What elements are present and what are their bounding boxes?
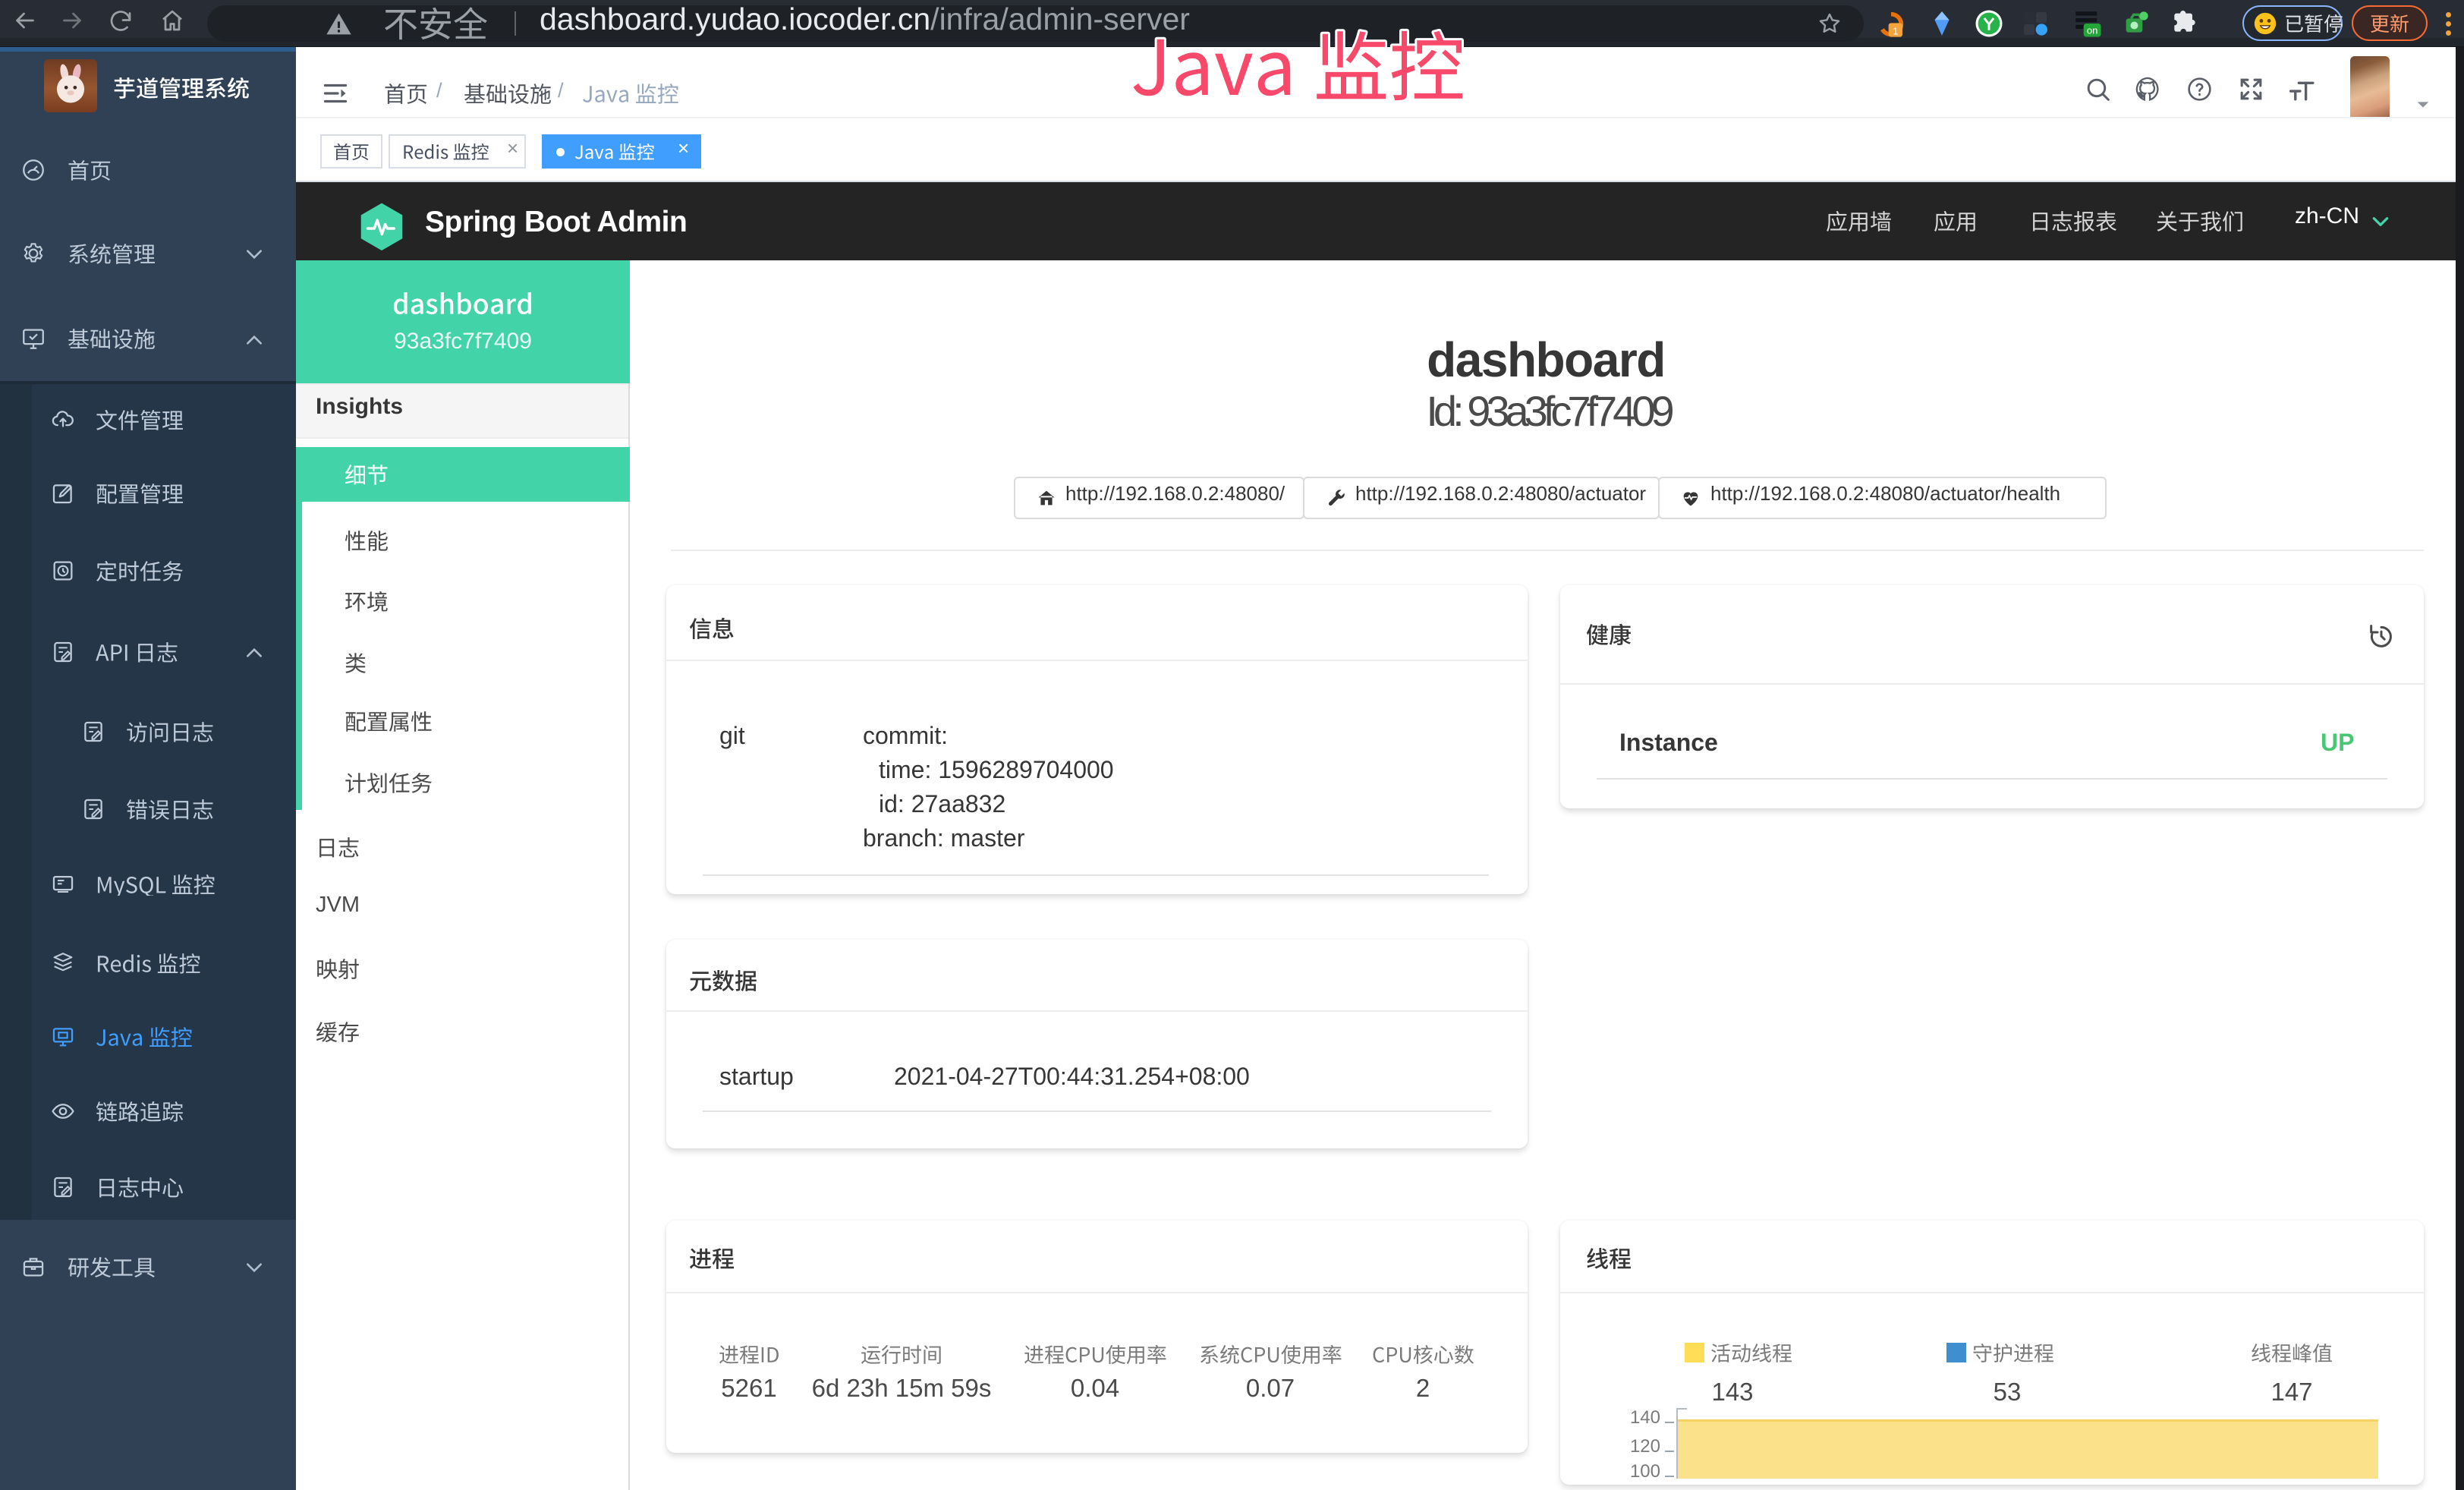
svg-text:on: on bbox=[2087, 25, 2098, 36]
svg-text:1: 1 bbox=[1893, 25, 1898, 36]
